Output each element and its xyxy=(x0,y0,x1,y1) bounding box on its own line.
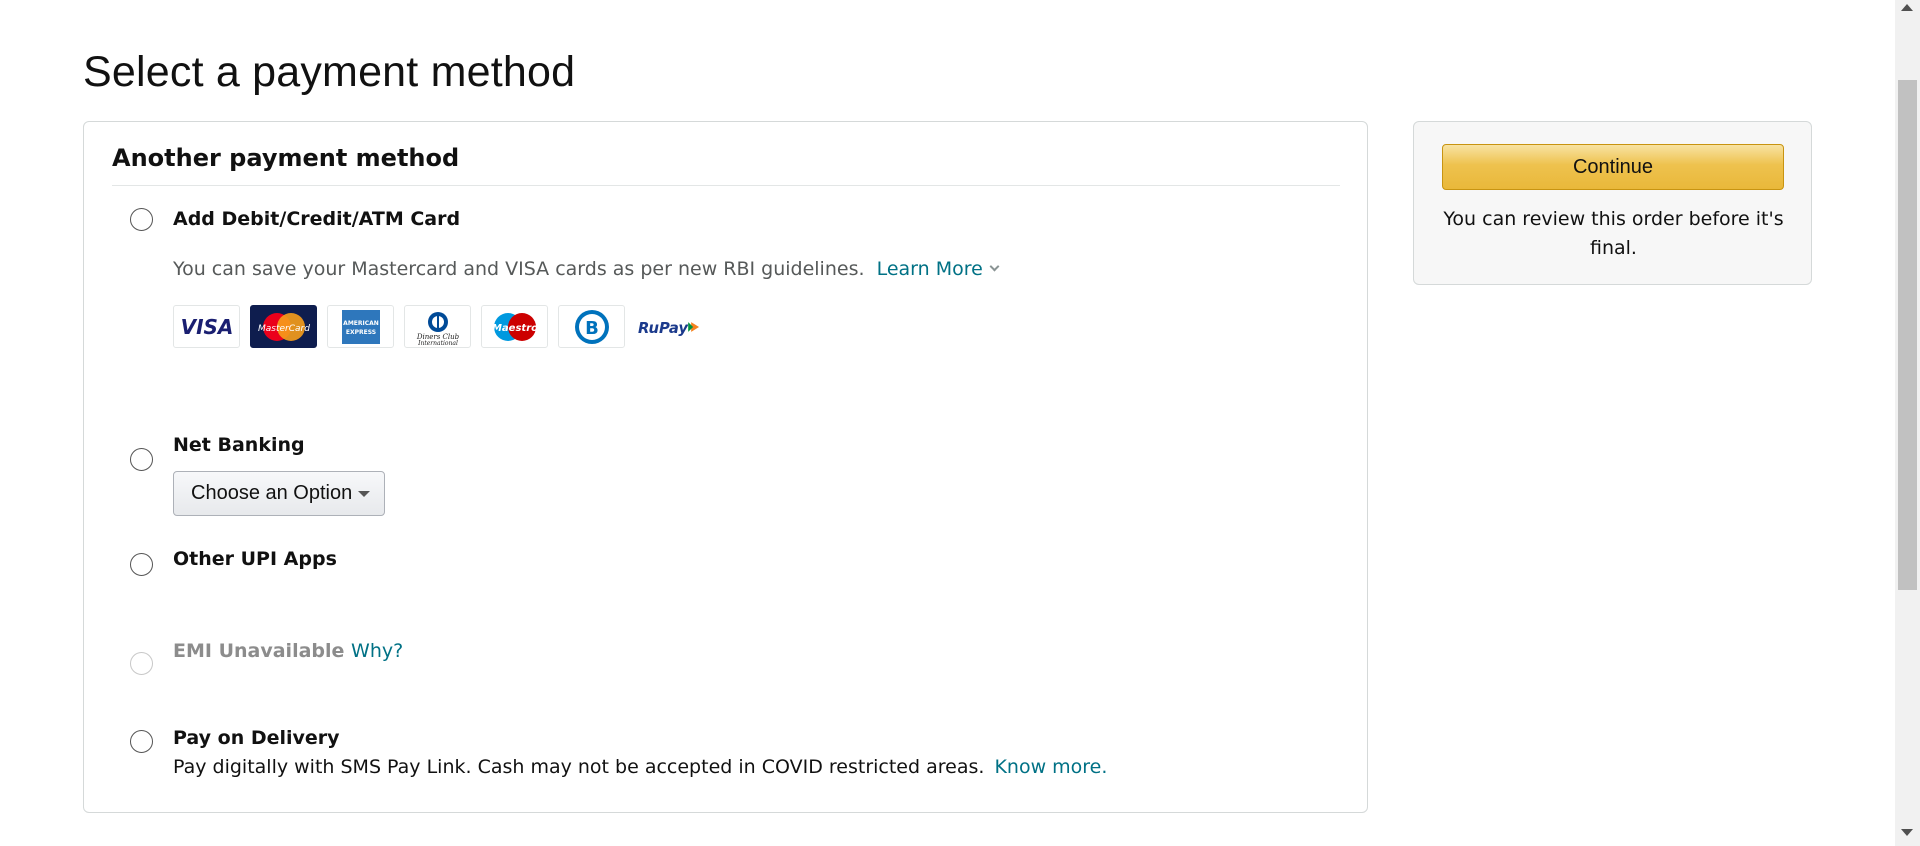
amex-logo-icon: AMERICAN EXPRESS xyxy=(327,305,394,348)
upi-label[interactable]: Other UPI Apps xyxy=(173,548,337,570)
vertical-scrollbar[interactable] xyxy=(1895,0,1920,846)
scroll-up-icon[interactable] xyxy=(1901,4,1913,11)
diners-club-logo-icon: Diners Club International xyxy=(404,305,471,348)
page-title: Select a payment method xyxy=(83,48,576,96)
why-link[interactable]: Why? xyxy=(351,640,403,662)
bajaj-finserv-logo-icon: B xyxy=(558,305,625,348)
net-banking-radio[interactable] xyxy=(130,448,153,471)
svg-text:B: B xyxy=(585,318,599,339)
chevron-down-icon[interactable] xyxy=(989,261,1000,272)
know-more-link[interactable]: Know more. xyxy=(994,756,1107,778)
pod-radio[interactable] xyxy=(130,730,153,753)
section-divider xyxy=(112,185,1340,186)
section-title: Another payment method xyxy=(112,144,460,172)
pod-label[interactable]: Pay on Delivery xyxy=(173,727,340,749)
net-banking-select[interactable]: Choose an Option xyxy=(173,471,385,516)
card-option-label[interactable]: Add Debit/Credit/ATM Card xyxy=(173,208,460,230)
svg-text:International: International xyxy=(417,340,458,346)
emi-option: EMI Unavailable Why? xyxy=(173,640,403,662)
caret-down-icon xyxy=(358,491,370,497)
net-banking-select-value: Choose an Option xyxy=(191,482,353,504)
card-radio[interactable] xyxy=(130,208,153,231)
upi-radio[interactable] xyxy=(130,553,153,576)
card-logos: VISA MasterCard AMERICAN EXPRESS Diners C… xyxy=(173,305,702,348)
pod-description-text: Pay digitally with SMS Pay Link. Cash ma… xyxy=(173,756,985,778)
learn-more-link[interactable]: Learn More xyxy=(877,258,983,280)
pod-description: Pay digitally with SMS Pay Link. Cash ma… xyxy=(173,756,1107,778)
continue-button[interactable]: Continue xyxy=(1442,144,1784,190)
payment-options-panel: Another payment method Add Debit/Credit/… xyxy=(83,121,1368,813)
svg-text:VISA: VISA xyxy=(180,315,233,339)
svg-text:AMERICAN: AMERICAN xyxy=(343,320,379,327)
visa-logo-icon: VISA xyxy=(173,305,240,348)
emi-radio xyxy=(130,652,153,675)
svg-text:MasterCard: MasterCard xyxy=(258,324,310,334)
review-text: You can review this order before it's fi… xyxy=(1443,208,1784,259)
svg-text:RuPay: RuPay xyxy=(638,319,689,336)
order-summary-panel: Continue You can review this order befor… xyxy=(1413,121,1812,285)
scroll-thumb[interactable] xyxy=(1898,80,1917,590)
card-description-text: You can save your Mastercard and VISA ca… xyxy=(173,258,865,280)
mastercard-logo-icon: MasterCard xyxy=(250,305,317,348)
maestro-logo-icon: Maestro xyxy=(481,305,548,348)
scroll-down-icon[interactable] xyxy=(1901,829,1913,836)
net-banking-label[interactable]: Net Banking xyxy=(173,434,305,456)
svg-text:Maestro: Maestro xyxy=(491,323,537,334)
rupay-logo-icon: RuPay xyxy=(635,305,702,348)
emi-label: EMI Unavailable xyxy=(173,640,345,662)
card-description: You can save your Mastercard and VISA ca… xyxy=(173,258,1000,280)
svg-text:EXPRESS: EXPRESS xyxy=(345,329,375,336)
